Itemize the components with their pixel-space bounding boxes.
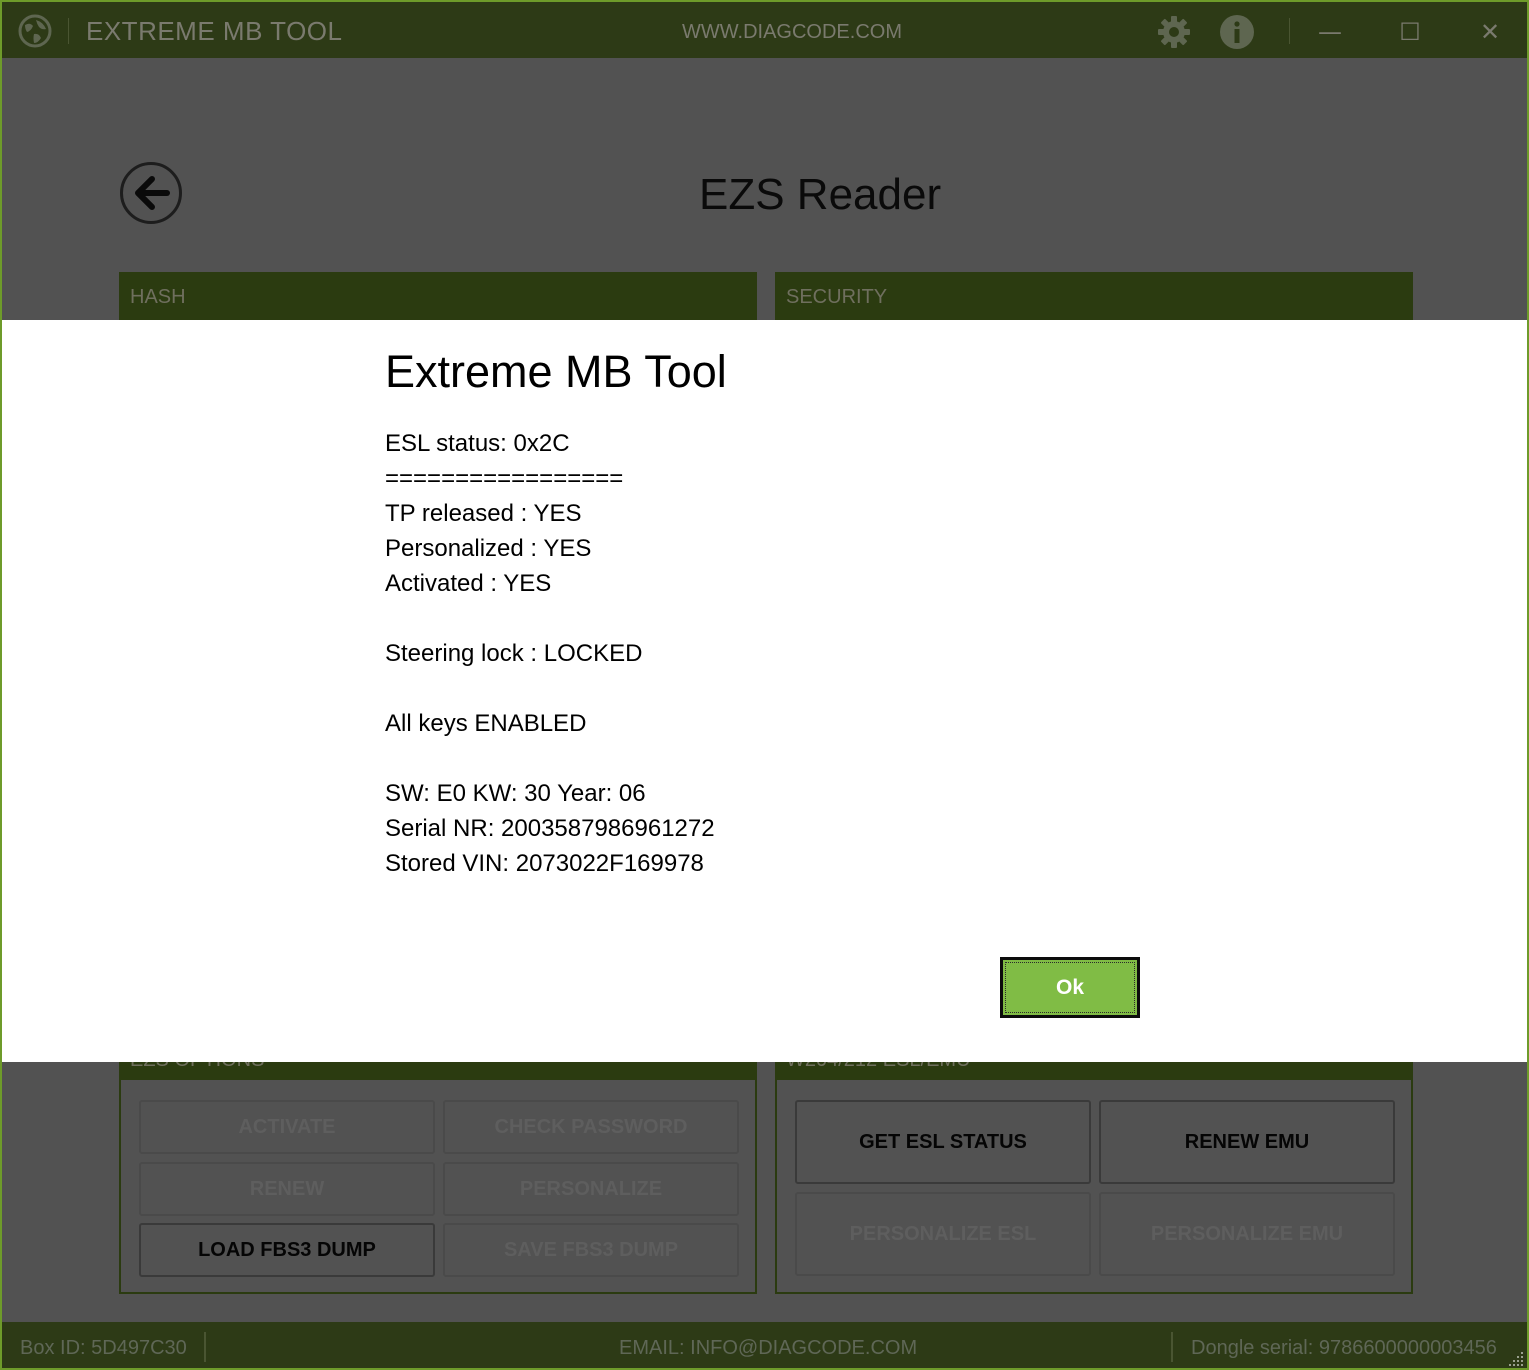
message-dialog: Extreme MB Tool ESL status: 0x2C =======… — [2, 320, 1527, 1062]
app-title: EXTREME MB TOOL — [86, 16, 343, 46]
back-arrow-icon — [135, 176, 170, 210]
renew-emu-button[interactable]: RENEW EMU — [1099, 1100, 1395, 1184]
status-bar: Box ID: 5D497C30 EMAIL: INFO@DIAGCODE.CO… — [2, 1322, 1527, 1368]
dialog-line: Personalized : YES — [385, 535, 592, 562]
dialog-line: ================= — [385, 465, 624, 492]
dialog-message: ESL status: 0x2C ================= TP re… — [385, 426, 1085, 881]
dialog-line: TP released : YES — [385, 500, 582, 527]
info-icon[interactable] — [1219, 14, 1255, 50]
status-separator — [1171, 1332, 1173, 1362]
panel-header: SECURITY — [777, 274, 1411, 320]
title-separator — [68, 18, 69, 44]
close-button[interactable]: ✕ — [1470, 16, 1510, 48]
back-button[interactable] — [120, 162, 182, 224]
dialog-title: Extreme MB Tool — [385, 346, 727, 397]
page-title: EZS Reader — [699, 170, 942, 219]
box-id: Box ID: 5D497C30 — [20, 1337, 187, 1359]
dialog-line: ESL status: 0x2C — [385, 430, 570, 457]
maximize-button[interactable]: ☐ — [1390, 16, 1430, 48]
dialog-line — [385, 741, 1085, 776]
title-bar[interactable]: EXTREME MB TOOL WWW.DIAGCODE.COM — ☐ ✕ — [2, 2, 1527, 58]
ezs-options-panel: EZS OPTIONS ACTIVATE CHECK PASSWORD RENE… — [119, 1058, 757, 1294]
dialog-line: Serial NR: 2003587986961272 — [385, 815, 715, 842]
esl-emu-panel: W204/212 ESL/EMU GET ESL STATUS RENEW EM… — [775, 1058, 1413, 1294]
dialog-line: All keys ENABLED — [385, 710, 587, 737]
panel-header: EZS OPTIONS — [121, 1060, 755, 1080]
dialog-line — [385, 601, 1085, 636]
save-fbs3-dump-button[interactable]: SAVE FBS3 DUMP — [443, 1223, 739, 1277]
personalize-button[interactable]: PERSONALIZE — [443, 1162, 739, 1216]
ok-button[interactable]: Ok — [1000, 957, 1140, 1018]
dialog-line: Stored VIN: 2073022F169978 — [385, 850, 704, 877]
gear-icon[interactable] — [1156, 14, 1192, 50]
dialog-line: Steering lock : LOCKED — [385, 640, 643, 667]
website-link[interactable]: WWW.DIAGCODE.COM — [682, 21, 902, 44]
panel-header: HASH — [121, 274, 755, 320]
globe-icon[interactable] — [18, 14, 52, 48]
dongle-serial: Dongle serial: 9786600000003456 — [1191, 1337, 1497, 1359]
check-password-button[interactable]: CHECK PASSWORD — [443, 1100, 739, 1154]
dialog-line — [385, 671, 1085, 706]
panel-header: W204/212 ESL/EMU — [777, 1060, 1411, 1080]
personalize-esl-button[interactable]: PERSONALIZE ESL — [795, 1192, 1091, 1276]
dialog-line: Activated : YES — [385, 570, 552, 597]
support-email[interactable]: EMAIL: INFO@DIAGCODE.COM — [619, 1337, 917, 1360]
minimize-button[interactable]: — — [1310, 16, 1350, 48]
activate-button[interactable]: ACTIVATE — [139, 1100, 435, 1154]
resize-grip-icon[interactable] — [1505, 1348, 1525, 1368]
dialog-line: SW: E0 KW: 30 Year: 06 — [385, 780, 646, 807]
status-separator — [204, 1332, 206, 1362]
personalize-emu-button[interactable]: PERSONALIZE EMU — [1099, 1192, 1395, 1276]
load-fbs3-dump-button[interactable]: LOAD FBS3 DUMP — [139, 1223, 435, 1277]
title-separator — [1289, 18, 1290, 44]
app-window: EXTREME MB TOOL WWW.DIAGCODE.COM — ☐ ✕ E… — [0, 0, 1529, 1370]
renew-button[interactable]: RENEW — [139, 1162, 435, 1216]
get-esl-status-button[interactable]: GET ESL STATUS — [795, 1100, 1091, 1184]
